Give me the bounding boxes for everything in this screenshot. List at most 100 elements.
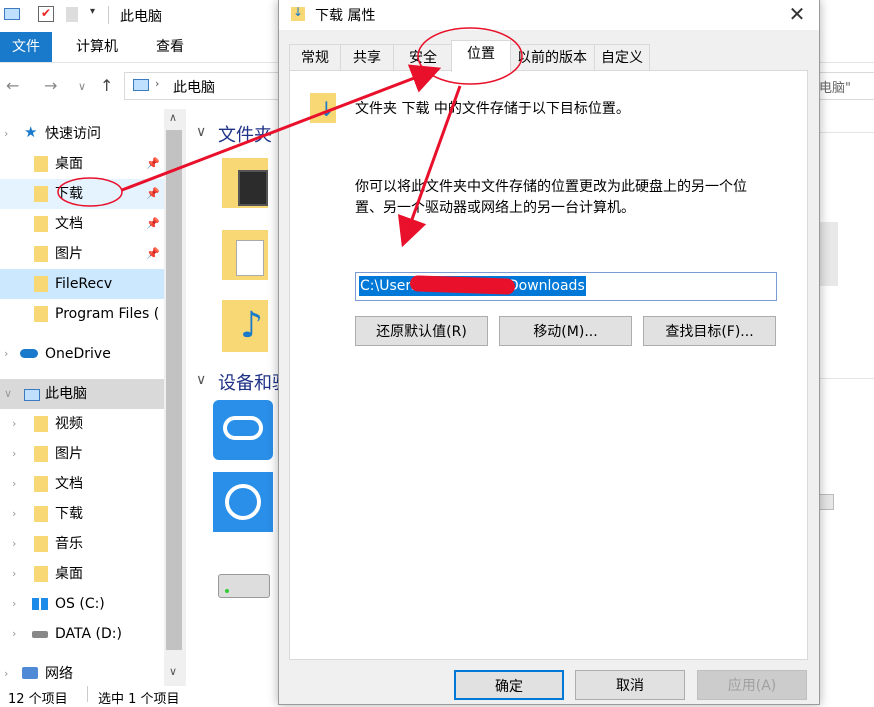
section-chevron-icon[interactable]: ∨ xyxy=(196,372,206,388)
nav-quick-access[interactable]: › ★ 快速访问 xyxy=(0,119,164,149)
expand-chevron-icon[interactable]: › xyxy=(12,559,16,589)
nav-label: 网络 xyxy=(45,666,73,682)
downloads-folder-icon: ↓ xyxy=(310,93,336,123)
nav-pc-documents[interactable]: › 文档 xyxy=(0,469,164,499)
ribbon-tab-file[interactable]: 文件 xyxy=(0,32,52,62)
cloud-drive-app-icon[interactable] xyxy=(213,400,273,460)
explorer-window-title: 此电脑 xyxy=(120,9,162,25)
tab-general[interactable]: 常规 xyxy=(289,44,341,71)
expand-chevron-icon[interactable]: › xyxy=(4,339,8,369)
scroll-up-icon[interactable]: ∧ xyxy=(169,111,177,124)
forward-arrow-icon[interactable]: → xyxy=(44,76,57,95)
pictures-folder-icon xyxy=(34,246,48,262)
back-arrow-icon[interactable]: ← xyxy=(6,76,19,95)
cancel-button[interactable]: 取消 xyxy=(575,670,685,700)
tab-customize[interactable]: 自定义 xyxy=(594,44,650,71)
scroll-down-icon[interactable]: ∨ xyxy=(169,665,177,678)
collapse-chevron-icon[interactable]: ∨ xyxy=(4,379,12,409)
downloads-folder-icon xyxy=(34,506,48,522)
nav-item-pictures[interactable]: 图片 📌 xyxy=(0,239,164,269)
nav-pc-pictures[interactable]: › 图片 xyxy=(0,439,164,469)
nav-label: 桌面 xyxy=(55,566,83,582)
expand-chevron-icon[interactable]: › xyxy=(4,659,8,689)
nav-onedrive[interactable]: › OneDrive xyxy=(0,339,164,369)
ribbon-tab-view[interactable]: 查看 xyxy=(146,32,194,62)
up-arrow-icon[interactable]: ↑ xyxy=(100,76,113,95)
dialog-title: 下载 属性 xyxy=(315,8,376,24)
pin-icon[interactable]: 📌 xyxy=(146,209,160,239)
section-folders-heading[interactable]: 文件夹 xyxy=(218,121,272,147)
apply-button[interactable]: 应用(A) xyxy=(697,670,807,700)
this-pc-icon xyxy=(24,389,40,401)
expand-chevron-icon[interactable]: › xyxy=(12,469,16,499)
nav-label: FileRecv xyxy=(55,276,113,292)
nav-label: 快速访问 xyxy=(45,126,101,142)
pin-icon[interactable]: 📌 xyxy=(146,239,160,269)
nav-item-program-files[interactable]: Program Files ( xyxy=(0,299,164,329)
pin-icon[interactable]: 📌 xyxy=(146,149,160,179)
section-chevron-icon[interactable]: ∨ xyxy=(196,124,206,140)
nav-this-pc[interactable]: ∨ 此电脑 xyxy=(0,379,164,409)
details-gray-block xyxy=(818,222,838,286)
baidu-netdisk-app-icon[interactable] xyxy=(213,472,273,532)
nav-item-documents[interactable]: 文档 📌 xyxy=(0,209,164,239)
ok-button[interactable]: 确定 xyxy=(454,670,564,700)
navigation-pane: › ★ 快速访问 桌面 📌 下载 📌 文档 📌 图片 📌 FileRecv Pr… xyxy=(0,115,164,686)
expand-chevron-icon[interactable]: › xyxy=(12,589,16,619)
music-folder-icon xyxy=(34,536,48,552)
videos-folder-large-icon[interactable] xyxy=(222,158,268,208)
search-box[interactable]: 电脑" xyxy=(812,72,874,100)
drive-large-icon[interactable] xyxy=(218,574,270,598)
tab-previous-versions[interactable]: 以前的版本 xyxy=(509,44,595,71)
tab-sharing[interactable]: 共享 xyxy=(340,44,394,71)
address-path: 此电脑 xyxy=(173,80,215,96)
network-icon xyxy=(22,667,38,679)
nav-network[interactable]: › 网络 xyxy=(0,659,164,689)
nav-pc-drive-d[interactable]: › DATA (D:) xyxy=(0,619,164,649)
restore-default-button[interactable]: 还原默认值(R) xyxy=(355,316,488,346)
nav-item-desktop[interactable]: 桌面 📌 xyxy=(0,149,164,179)
ribbon-tab-computer[interactable]: 计算机 xyxy=(66,32,128,62)
videos-folder-icon xyxy=(34,416,48,432)
close-icon[interactable]: ✕ xyxy=(775,0,819,30)
path-chevron-icon[interactable]: › xyxy=(155,77,159,90)
expand-chevron-icon[interactable]: › xyxy=(4,119,8,149)
downloads-folder-icon: ↓ xyxy=(291,5,305,21)
nav-pc-music[interactable]: › 音乐 xyxy=(0,529,164,559)
nav-label: 音乐 xyxy=(55,536,83,552)
nav-pc-videos[interactable]: › 视频 xyxy=(0,409,164,439)
new-folder-icon[interactable] xyxy=(66,7,78,22)
recent-chevron-icon[interactable]: ∨ xyxy=(78,80,86,93)
status-selected-count: 选中 1 个项目 xyxy=(98,692,180,707)
expand-chevron-icon[interactable]: › xyxy=(12,409,16,439)
nav-label: 文档 xyxy=(55,216,83,232)
nav-item-filerecv[interactable]: FileRecv xyxy=(0,269,164,299)
nav-scrollbar-thumb[interactable] xyxy=(166,130,182,650)
path-suffix: \Downloads xyxy=(503,278,585,294)
quick-access-dropdown-icon[interactable]: ▾ xyxy=(90,6,95,17)
expand-chevron-icon[interactable]: › xyxy=(12,499,16,529)
status-divider xyxy=(87,686,88,702)
location-explanation-line-2: 置、另一个驱动器或网络上的另一台计算机。 xyxy=(355,200,635,216)
expand-chevron-icon[interactable]: › xyxy=(12,619,16,649)
pictures-folder-icon xyxy=(34,446,48,462)
find-target-button[interactable]: 查找目标(F)... xyxy=(643,316,776,346)
nav-pc-downloads[interactable]: › 下载 xyxy=(0,499,164,529)
move-button[interactable]: 移动(M)... xyxy=(499,316,632,346)
nav-item-downloads[interactable]: 下载 📌 xyxy=(0,179,164,209)
pin-icon[interactable]: 📌 xyxy=(146,179,160,209)
title-divider xyxy=(108,6,109,24)
music-folder-large-icon[interactable]: ♪ xyxy=(222,300,268,352)
tab-location[interactable]: 位置 xyxy=(451,40,511,72)
documents-folder-large-icon[interactable] xyxy=(222,230,268,280)
computer-icon[interactable] xyxy=(4,8,20,20)
properties-check-icon[interactable]: ✔ xyxy=(38,6,54,22)
tab-security[interactable]: 安全 xyxy=(393,44,453,71)
windows-drive-icon xyxy=(32,598,48,610)
address-bar[interactable]: › 此电脑 xyxy=(124,72,281,100)
nav-pc-drive-c[interactable]: › OS (C:) xyxy=(0,589,164,619)
nav-label: 桌面 xyxy=(55,156,83,172)
nav-pc-desktop[interactable]: › 桌面 xyxy=(0,559,164,589)
expand-chevron-icon[interactable]: › xyxy=(12,439,16,469)
expand-chevron-icon[interactable]: › xyxy=(12,529,16,559)
